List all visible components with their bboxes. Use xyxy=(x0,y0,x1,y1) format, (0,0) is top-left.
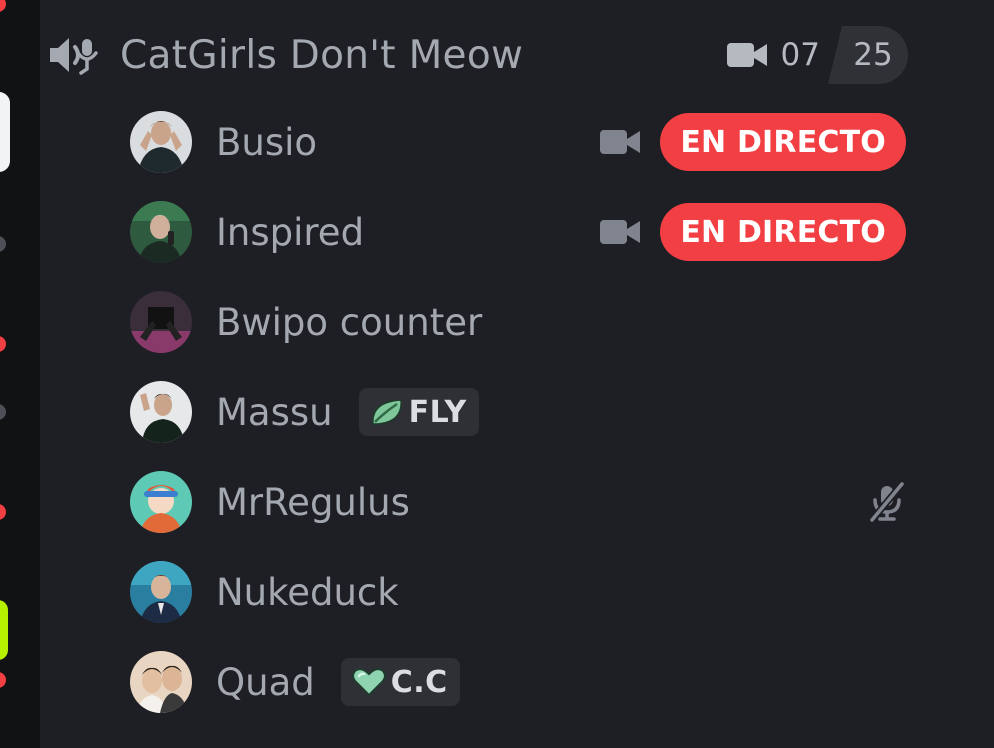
notification-dot xyxy=(0,504,6,520)
guild-tag-text: C.C xyxy=(390,664,448,700)
video-camera-icon xyxy=(726,43,767,67)
notification-dot xyxy=(0,336,6,352)
voice-member-mrregulus[interactable]: MrRegulus xyxy=(130,470,906,534)
member-name: Nukeduck xyxy=(216,570,399,614)
voice-member-nukeduck[interactable]: Nukeduck xyxy=(130,560,906,624)
user-counter: 07 25 xyxy=(726,26,908,84)
avatar xyxy=(130,651,192,713)
server-rail xyxy=(0,0,40,748)
voice-member-inspired[interactable]: Inspired EN DIRECTO xyxy=(130,200,906,264)
live-badge[interactable]: EN DIRECTO xyxy=(660,113,906,171)
user-limit: 25 xyxy=(828,26,908,84)
voice-member-massu[interactable]: Massu FLY xyxy=(130,380,906,444)
server-icon[interactable] xyxy=(0,600,8,660)
guild-tag[interactable]: FLY xyxy=(358,388,479,436)
video-camera-icon xyxy=(600,220,641,244)
avatar xyxy=(130,381,192,443)
guild-tag-text: FLY xyxy=(408,394,467,430)
user-count: 07 xyxy=(780,37,820,73)
server-icon[interactable] xyxy=(0,404,6,420)
voice-member-bwipo-counter[interactable]: Bwipo counter xyxy=(130,290,906,354)
video-camera-icon xyxy=(600,130,641,154)
server-icon[interactable] xyxy=(0,92,10,172)
heart-icon xyxy=(351,668,386,697)
avatar xyxy=(130,111,192,173)
member-name: Busio xyxy=(216,120,318,164)
avatar xyxy=(130,201,192,263)
notification-dot xyxy=(0,0,6,12)
notification-dot xyxy=(0,672,6,688)
voice-speaker-icon xyxy=(50,38,98,75)
server-icon[interactable] xyxy=(0,236,6,252)
member-name: Bwipo counter xyxy=(216,300,483,344)
voice-member-quad[interactable]: Quad C.C xyxy=(130,650,906,714)
live-badge[interactable]: EN DIRECTO xyxy=(660,203,906,261)
avatar xyxy=(130,291,192,353)
member-name: Quad xyxy=(216,660,315,704)
member-name: Massu xyxy=(216,390,333,434)
member-name: Inspired xyxy=(216,210,365,254)
leaf-icon xyxy=(371,399,402,425)
voice-channel[interactable]: CatGirls Don't Meow 07 25 xyxy=(48,26,908,84)
channel-name: CatGirls Don't Meow xyxy=(120,32,524,78)
guild-tag[interactable]: C.C xyxy=(340,658,460,706)
avatar xyxy=(130,561,192,623)
voice-member-busio[interactable]: Busio EN DIRECTO xyxy=(130,110,906,174)
mic-muted-icon xyxy=(868,482,906,522)
member-name: MrRegulus xyxy=(216,480,410,524)
avatar xyxy=(130,471,192,533)
